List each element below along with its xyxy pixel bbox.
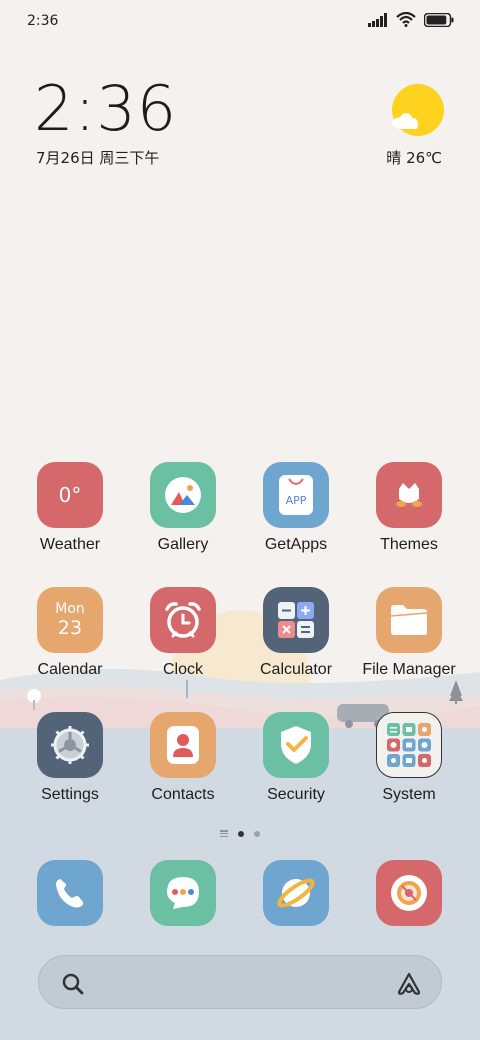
- status-icons: [368, 12, 454, 27]
- app-label: File Manager: [362, 661, 456, 678]
- app-file-manager[interactable]: File Manager: [353, 587, 465, 679]
- search-bar[interactable]: [38, 955, 442, 1009]
- page-dot-2[interactable]: [254, 830, 260, 837]
- page-indicator[interactable]: [0, 830, 480, 837]
- sun-cloud-icon[interactable]: [392, 84, 444, 136]
- clock-widget-time[interactable]: 2:36: [34, 78, 177, 140]
- app-label: GetApps: [264, 536, 328, 553]
- clock-icon: [150, 587, 216, 653]
- app-calendar[interactable]: Mon 23 Calendar: [14, 587, 126, 679]
- app-label: Security: [267, 786, 325, 803]
- app-contacts[interactable]: Contacts: [127, 712, 239, 804]
- app-label: System: [382, 786, 436, 803]
- messages-icon[interactable]: [150, 860, 216, 926]
- wifi-icon: [396, 12, 416, 27]
- security-icon: [263, 712, 329, 778]
- settings-icon: [37, 712, 103, 778]
- page-dot-1[interactable]: [238, 830, 244, 837]
- app-themes[interactable]: Themes: [353, 462, 465, 554]
- app-label: Themes: [380, 536, 438, 553]
- camera-icon[interactable]: [376, 860, 442, 926]
- contacts-icon: [150, 712, 216, 778]
- app-settings[interactable]: Settings: [14, 712, 126, 804]
- assistant-icon[interactable]: [395, 970, 423, 996]
- app-label: Gallery: [157, 536, 209, 553]
- getapps-icon: APP: [263, 462, 329, 528]
- status-bar: 2:36: [0, 0, 480, 42]
- app-label: Settings: [41, 786, 99, 803]
- weather-condition-temp: 晴 26℃: [386, 149, 442, 167]
- search-icon[interactable]: [61, 972, 85, 996]
- signal-icon: [368, 12, 387, 27]
- app-getapps[interactable]: APP GetApps: [240, 462, 352, 554]
- weather-icon: 0°: [37, 462, 103, 528]
- status-time: 2:36: [27, 13, 59, 29]
- app-gallery[interactable]: Gallery: [127, 462, 239, 554]
- app-clock[interactable]: Clock: [127, 587, 239, 679]
- battery-icon: [424, 12, 454, 27]
- app-label: Weather: [39, 536, 101, 553]
- gallery-icon: [150, 462, 216, 528]
- phone-icon[interactable]: [37, 860, 103, 926]
- folder-system[interactable]: System: [353, 712, 465, 804]
- folder-icon: [376, 587, 442, 653]
- app-label: Contacts: [151, 786, 215, 803]
- themes-icon: [376, 462, 442, 528]
- list-view-icon[interactable]: [220, 830, 228, 837]
- calendar-icon: Mon 23: [37, 587, 103, 653]
- calculator-icon: [263, 587, 329, 653]
- clock-widget-date: 7月26日 周三下午: [36, 149, 160, 167]
- browser-icon[interactable]: [263, 860, 329, 926]
- app-calculator[interactable]: Calculator: [240, 587, 352, 679]
- app-label: Clock: [162, 661, 203, 678]
- app-label: Calculator: [259, 661, 333, 678]
- app-label: Calendar: [37, 661, 103, 678]
- app-weather[interactable]: 0° Weather: [14, 462, 126, 554]
- folder-grid-icon: [376, 712, 442, 778]
- app-security[interactable]: Security: [240, 712, 352, 804]
